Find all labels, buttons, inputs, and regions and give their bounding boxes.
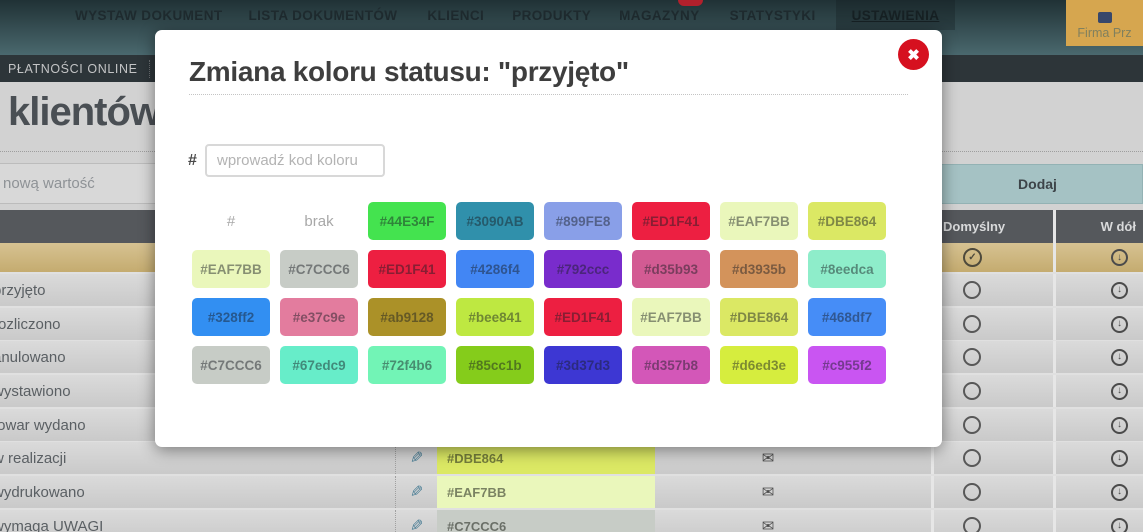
page-title: klientów bbox=[8, 90, 161, 134]
main-menu: WYSTAW DOKUMENT LISTA DOKUMENTÓW KLIENCI… bbox=[0, 0, 1143, 30]
color-swatch[interactable]: #ED1F41 bbox=[368, 250, 446, 288]
table-row: wymaga UWAGI ✎ #C7CCC6 ✉ ↓ bbox=[0, 510, 1143, 532]
nav-item-wystaw-dokument[interactable]: WYSTAW DOKUMENT bbox=[75, 8, 223, 23]
edit-pencil-icon[interactable]: ✎ bbox=[395, 476, 438, 508]
color-swatch[interactable]: #44E34F bbox=[368, 202, 446, 240]
column-header-default: Domyślny bbox=[931, 210, 1053, 243]
default-radio[interactable] bbox=[931, 510, 1053, 532]
color-swatch[interactable]: #3d37d3 bbox=[544, 346, 622, 384]
company-icon bbox=[1097, 12, 1112, 23]
modal-title-divider bbox=[189, 94, 908, 95]
move-down-button[interactable]: ↓ bbox=[1053, 510, 1143, 532]
change-status-color-modal: Zmiana koloru statusu: "przyjęto" ✖ # # … bbox=[155, 30, 942, 447]
app-window: WYSTAW DOKUMENT LISTA DOKUMENTÓW KLIENCI… bbox=[0, 0, 1143, 532]
status-label: wydrukowano bbox=[0, 483, 85, 501]
move-down-button[interactable]: ↓ bbox=[1053, 308, 1143, 340]
color-swatch[interactable]: #8eedca bbox=[808, 250, 886, 288]
color-swatch[interactable]: #72f4b6 bbox=[368, 346, 446, 384]
nav-item-statystyki[interactable]: STATYSTYKI bbox=[730, 8, 816, 23]
status-color-cell[interactable]: #C7CCC6 bbox=[437, 510, 655, 532]
add-button[interactable]: Dodaj bbox=[932, 164, 1143, 204]
nav-item-magazyny[interactable]: MAGAZYNY bbox=[619, 8, 699, 23]
color-palette: # brak #44E34F #3090AB #899FE8 #ED1F41 #… bbox=[192, 202, 886, 384]
edit-pencil-icon[interactable]: ✎ bbox=[395, 510, 438, 532]
color-swatch[interactable]: #EAF7BB bbox=[632, 298, 710, 336]
table-row: wydrukowano ✎ #EAF7BB ✉ ↓ bbox=[0, 476, 1143, 510]
company-name: Firma Prz bbox=[1077, 26, 1132, 40]
color-swatch[interactable]: #328ff2 bbox=[192, 298, 270, 336]
color-swatch[interactable]: #ED1F41 bbox=[632, 202, 710, 240]
notification-badge bbox=[678, 0, 703, 6]
status-color-cell[interactable]: #EAF7BB bbox=[437, 476, 655, 508]
move-down-button[interactable]: ↓ bbox=[1053, 375, 1143, 407]
color-swatch[interactable]: #DBE864 bbox=[720, 298, 798, 336]
envelope-icon[interactable]: ✉ bbox=[740, 476, 796, 508]
nav-item-produkty[interactable]: PRODUKTY bbox=[512, 8, 591, 23]
default-radio[interactable] bbox=[931, 274, 1053, 306]
palette-none-option[interactable]: brak bbox=[280, 202, 358, 240]
color-swatch[interactable]: #d3935b bbox=[720, 250, 798, 288]
color-swatch[interactable]: #67edc9 bbox=[280, 346, 358, 384]
column-header-down: W dół bbox=[1053, 210, 1143, 243]
color-swatch[interactable]: #4286f4 bbox=[456, 250, 534, 288]
color-swatch[interactable]: #EAF7BB bbox=[720, 202, 798, 240]
color-swatch[interactable]: #ab9128 bbox=[368, 298, 446, 336]
default-radio[interactable] bbox=[931, 476, 1053, 508]
table-row: w realizacji ✎ #DBE864 ✉ ↓ bbox=[0, 442, 1143, 476]
hash-prefix-label: # bbox=[188, 152, 197, 169]
color-swatch[interactable]: #899FE8 bbox=[544, 202, 622, 240]
move-down-button[interactable]: ↓ bbox=[1053, 243, 1143, 272]
color-swatch[interactable]: #3090AB bbox=[456, 202, 534, 240]
nav-item-klienci[interactable]: KLIENCI bbox=[427, 8, 484, 23]
color-swatch[interactable]: #EAF7BB bbox=[192, 250, 270, 288]
move-down-button[interactable]: ↓ bbox=[1053, 476, 1143, 508]
envelope-icon[interactable]: ✉ bbox=[740, 510, 796, 532]
company-menu[interactable]: Firma Prz bbox=[1066, 0, 1143, 46]
color-swatch[interactable]: #C7CCC6 bbox=[280, 250, 358, 288]
close-icon[interactable]: ✖ bbox=[898, 39, 929, 70]
color-swatch[interactable]: #d357b8 bbox=[632, 346, 710, 384]
move-down-button[interactable]: ↓ bbox=[1053, 442, 1143, 474]
status-label: wymaga UWAGI bbox=[0, 517, 104, 532]
move-down-button[interactable]: ↓ bbox=[1053, 274, 1143, 306]
nav-item-lista-dokumentow[interactable]: LISTA DOKUMENTÓW bbox=[249, 8, 398, 23]
nav-item-ustawienia[interactable]: USTAWIENIA bbox=[835, 0, 956, 30]
color-swatch[interactable]: #bee841 bbox=[456, 298, 534, 336]
color-swatch[interactable]: #d6ed3e bbox=[720, 346, 798, 384]
default-radio[interactable] bbox=[931, 375, 1053, 407]
color-swatch[interactable]: #c955f2 bbox=[808, 346, 886, 384]
default-radio[interactable] bbox=[931, 442, 1053, 474]
subnav-item-platnosci-online[interactable]: PŁATNOŚCI ONLINE bbox=[8, 62, 138, 76]
modal-title: Zmiana koloru statusu: "przyjęto" bbox=[189, 56, 629, 87]
color-swatch[interactable]: #468df7 bbox=[808, 298, 886, 336]
color-swatch[interactable]: #85cc1b bbox=[456, 346, 534, 384]
subnav-divider bbox=[148, 59, 150, 78]
move-down-button[interactable]: ↓ bbox=[1053, 409, 1143, 441]
default-radio[interactable] bbox=[931, 409, 1053, 441]
color-code-input[interactable] bbox=[205, 144, 385, 177]
color-swatch[interactable]: #d35b93 bbox=[632, 250, 710, 288]
default-radio[interactable] bbox=[931, 341, 1053, 373]
move-down-button[interactable]: ↓ bbox=[1053, 341, 1143, 373]
color-swatch[interactable]: #C7CCC6 bbox=[192, 346, 270, 384]
palette-hash-cell: # bbox=[226, 212, 236, 230]
color-swatch[interactable]: #ED1F41 bbox=[544, 298, 622, 336]
color-swatch[interactable]: #DBE864 bbox=[808, 202, 886, 240]
default-radio[interactable] bbox=[931, 308, 1053, 340]
default-radio-checked[interactable]: ✓ bbox=[931, 243, 1053, 272]
color-swatch[interactable]: #792ccc bbox=[544, 250, 622, 288]
color-swatch[interactable]: #e37c9e bbox=[280, 298, 358, 336]
